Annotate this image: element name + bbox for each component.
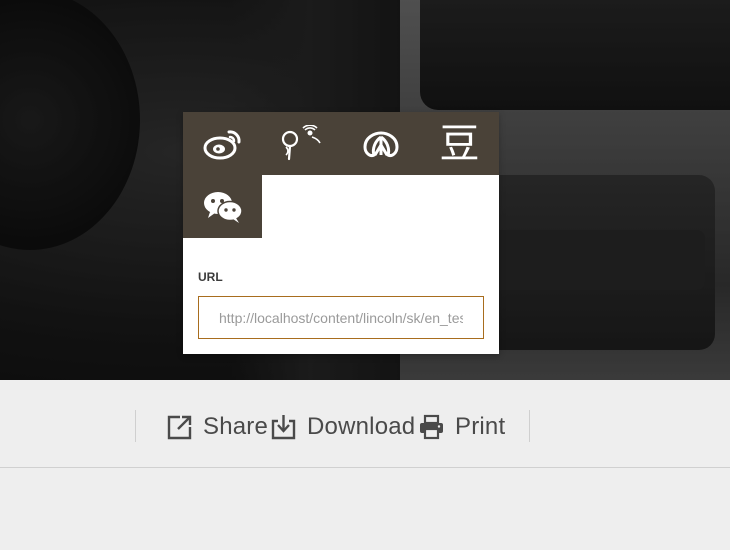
share-external-icon <box>167 415 192 439</box>
printer-icon <box>420 414 443 440</box>
wechat-icon <box>203 191 243 223</box>
share-renren-button[interactable] <box>341 112 420 175</box>
print-button[interactable]: Print <box>418 410 505 444</box>
share-douban-button[interactable]: 豆 <box>420 112 499 175</box>
douban-icon: 豆 <box>439 120 480 167</box>
share-popup: 豆 URL <box>183 112 499 354</box>
download-button[interactable]: Download <box>270 410 415 444</box>
tencent-weibo-icon <box>281 124 321 160</box>
share-tencent-weibo-button[interactable] <box>262 112 341 175</box>
toolbar-divider <box>529 410 530 442</box>
download-icon <box>271 415 296 440</box>
toolbar-divider <box>135 410 136 442</box>
share-label: Share <box>203 413 269 440</box>
url-input[interactable] <box>198 296 484 339</box>
share-wechat-button[interactable] <box>183 175 262 238</box>
weibo-icon <box>203 129 241 159</box>
renren-icon <box>362 131 399 157</box>
share-button[interactable]: Share <box>166 410 268 444</box>
print-label: Print <box>455 413 506 440</box>
download-label: Download <box>307 413 416 440</box>
url-label: URL <box>198 270 223 284</box>
share-weibo-button[interactable] <box>183 112 262 175</box>
action-toolbar: Share Download Print <box>0 380 730 468</box>
